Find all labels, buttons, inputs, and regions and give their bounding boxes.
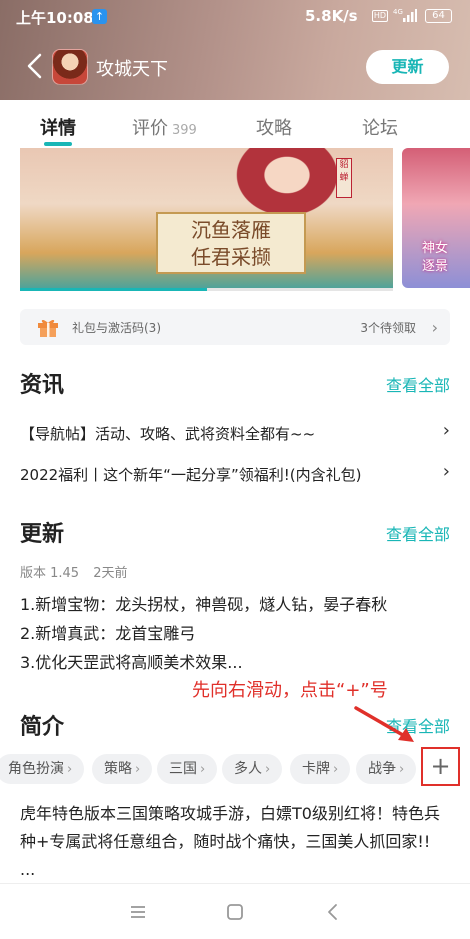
banner-next-line: 逐景: [422, 259, 449, 274]
chevron-right-icon: ›: [200, 762, 206, 777]
tag-chip[interactable]: 卡牌 ›: [290, 754, 351, 784]
chevron-right-icon: ›: [399, 762, 405, 777]
section-title-intro: 简介: [20, 715, 65, 740]
news-item[interactable]: 2022福利丨这个新年“一起分享”领福利!(内含礼包): [20, 464, 450, 485]
banner-main[interactable]: 貂蝉 沉鱼落雁 任君采撷: [20, 148, 393, 288]
tag-label: 卡牌: [302, 761, 330, 777]
banner-slogan: 沉鱼落雁 任君采撷: [156, 212, 306, 274]
svg-text:4G: 4G: [393, 8, 403, 16]
chevron-right-icon: ›: [431, 318, 438, 337]
tab-guides[interactable]: 攻略: [256, 114, 292, 140]
chevron-right-icon: ›: [333, 762, 339, 777]
update-button[interactable]: 更新: [366, 50, 449, 84]
tag-label: 三国: [169, 761, 197, 777]
home-icon[interactable]: [223, 900, 247, 924]
tab-label: 详情: [40, 118, 76, 139]
annotation-text: 先向右滑动，点击“+”号: [192, 680, 388, 701]
annotation-arrow-icon: [354, 706, 414, 742]
tag-label: 战争: [368, 761, 396, 777]
tag-chip[interactable]: 角色扮演 ›: [0, 754, 85, 784]
network-speed: 5.8K/s: [305, 7, 358, 25]
banner-next[interactable]: 神女 逐景: [402, 148, 470, 288]
slogan-line: 任君采撷: [191, 245, 271, 269]
carousel-progress: [20, 288, 393, 291]
gift-label: 礼包与激活码(3): [72, 321, 161, 335]
app-header: 上午10:08 ↑ 5.8K/s HD 4G 64 攻城天下 更新: [0, 0, 470, 100]
news-item-title: 【导航帖】活动、攻略、武将资料全都有~~: [20, 425, 316, 443]
update-note: 3.优化天罡武将高顺美术效果...: [20, 653, 243, 672]
tag-label: 多人: [234, 761, 262, 777]
game-title: 攻城天下: [96, 59, 168, 80]
updates-see-all-link[interactable]: 查看全部: [386, 521, 450, 545]
section-title-news: 资讯: [20, 373, 65, 398]
update-note: 2.新增真武：龙首宝雕弓: [20, 624, 196, 643]
tag-chip[interactable]: 策略 ›: [92, 754, 153, 784]
tag-label: 策略: [104, 761, 132, 777]
tab-bar: 详情 评价 399 攻略 论坛: [0, 100, 470, 150]
system-nav-bar: [0, 883, 470, 939]
hd-icon: HD: [372, 10, 388, 22]
banner-next-line: 神女: [422, 241, 449, 256]
chevron-right-icon: ›: [135, 762, 141, 777]
tag-chip[interactable]: 三国 ›: [157, 754, 218, 784]
chevron-right-icon: ›: [442, 461, 450, 482]
tab-label: 攻略: [256, 118, 292, 139]
news-item[interactable]: 【导航帖】活动、攻略、武将资料全都有~~: [20, 423, 450, 444]
chevron-right-icon: ›: [67, 762, 73, 777]
menu-icon[interactable]: [126, 900, 150, 924]
add-tag-button[interactable]: +: [421, 747, 460, 786]
section-title-updates: 更新: [20, 522, 65, 547]
tab-details[interactable]: 详情: [40, 114, 76, 140]
update-date: 2天前: [93, 566, 128, 581]
banner-next-text: 神女 逐景: [422, 240, 448, 276]
version-info: 版本 1.45 2天前: [20, 562, 128, 581]
review-count: 399: [172, 123, 197, 138]
back-nav-icon[interactable]: [321, 900, 345, 924]
game-avatar: [52, 49, 88, 85]
status-time: 上午10:08: [16, 9, 94, 27]
tag-chip[interactable]: 战争 ›: [356, 754, 417, 784]
tab-label: 论坛: [362, 118, 398, 139]
active-tab-indicator: [44, 142, 72, 146]
tag-list[interactable]: 角色扮演 › 策略 › 三国 › 多人 › 卡牌 › 战争 ›: [0, 752, 470, 788]
chevron-right-icon: ›: [265, 762, 271, 777]
signal-icon: 4G: [393, 8, 417, 22]
gift-codes-row[interactable]: 礼包与激活码(3) 3个待领取 ›: [20, 309, 450, 345]
slogan-line: 沉鱼落雁: [191, 218, 271, 242]
gift-status: 3个待领取: [360, 321, 416, 335]
banner-stamp: 貂蝉: [336, 158, 352, 198]
intro-description: 虎年特色版本三国策略攻城手游，白嫖T0级别红将！特色兵种+专属武将任意组合，随时…: [20, 804, 440, 879]
upload-icon: ↑: [92, 9, 107, 24]
news-see-all-link[interactable]: 查看全部: [386, 372, 450, 396]
tag-chip[interactable]: 多人 ›: [222, 754, 283, 784]
back-button[interactable]: [24, 52, 46, 80]
carousel-progress-fill: [20, 288, 207, 291]
status-bar: 上午10:08 ↑ 5.8K/s HD 4G 64: [0, 0, 470, 34]
news-item-title: 2022福利丨这个新年“一起分享”领福利!(内含礼包): [20, 466, 362, 484]
version-number: 版本 1.45: [20, 566, 80, 581]
tab-forum[interactable]: 论坛: [362, 114, 398, 140]
battery-icon: 64: [425, 9, 452, 23]
gift-icon: [38, 319, 58, 337]
tab-label: 评价: [132, 118, 168, 139]
tab-reviews[interactable]: 评价 399: [132, 114, 197, 140]
chevron-right-icon: ›: [442, 420, 450, 441]
tag-label: 角色扮演: [8, 761, 64, 777]
update-note: 1.新增宝物：龙头拐杖，神兽砚，燧人钻，晏子春秋: [20, 595, 388, 614]
